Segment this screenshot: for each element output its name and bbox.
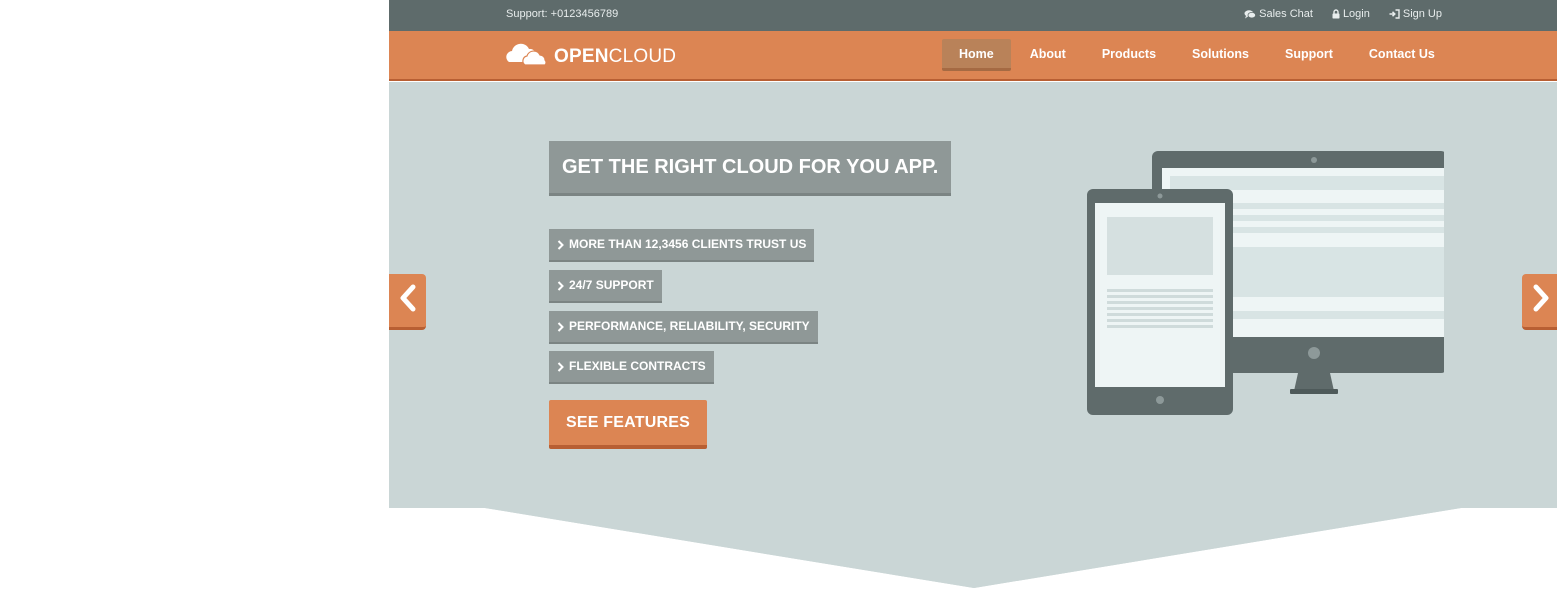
feature-item-clients: MORE THAN 12,3456 CLIENTS TRUST US [549, 229, 815, 260]
main-navbar: OPENCLOUD Home About Products Solutions … [389, 31, 1557, 81]
feature-label: FLEXIBLE CONTRACTS [569, 359, 706, 373]
slider-next-button[interactable] [1522, 274, 1557, 330]
nav-item-contact-us[interactable]: Contact Us [1352, 39, 1452, 70]
slider-prev-button[interactable] [389, 274, 426, 330]
nav-item-home[interactable]: Home [942, 39, 1011, 71]
chevron-right-icon [1532, 284, 1550, 317]
chevron-right-icon [557, 280, 564, 291]
see-features-button[interactable]: SEE FEATURES [549, 400, 707, 449]
logo-text: OPENCLOUD [554, 46, 676, 68]
nav-item-solutions[interactable]: Solutions [1175, 39, 1266, 70]
site-logo[interactable]: OPENCLOUD [505, 42, 676, 72]
login-label: Login [1342, 8, 1370, 20]
website-page: Support: +0123456789 Sales Chat Login Si… [389, 0, 1557, 592]
lock-icon [1332, 9, 1340, 19]
hero-bottom-pointer [389, 508, 1557, 592]
sales-chat-label: Sales Chat [1259, 8, 1313, 20]
chevron-right-icon [557, 239, 564, 250]
main-menu: Home About Products Solutions Support Co… [942, 39, 1454, 71]
hero-slider: GET THE RIGHT CLOUD FOR YOU APP. MORE TH… [389, 82, 1557, 508]
feature-label: PERFORMANCE, RELIABILITY, SECURITY [569, 319, 810, 333]
sign-in-icon [1389, 9, 1400, 19]
support-phone-text: Support: +0123456789 [506, 8, 619, 20]
feature-item-contracts: FLEXIBLE CONTRACTS [549, 351, 714, 382]
top-links: Sales Chat Login Sign Up [1244, 8, 1442, 20]
feature-label: MORE THAN 12,3456 CLIENTS TRUST US [569, 237, 807, 251]
chat-icon [1244, 9, 1257, 19]
feature-item-performance: PERFORMANCE, RELIABILITY, SECURITY [549, 311, 818, 342]
chevron-left-icon [399, 284, 417, 317]
sales-chat-link[interactable]: Sales Chat [1244, 8, 1313, 20]
login-link[interactable]: Login [1332, 8, 1370, 20]
nav-item-about[interactable]: About [1013, 39, 1083, 70]
logo-text-bold: OPEN [554, 46, 609, 67]
hero-headline: GET THE RIGHT CLOUD FOR YOU APP. [549, 141, 952, 193]
chevron-right-icon [557, 361, 564, 372]
devices-illustration-icon [1086, 151, 1450, 422]
sign-up-label: Sign Up [1402, 8, 1442, 20]
chevron-right-icon [557, 321, 564, 332]
sign-up-link[interactable]: Sign Up [1389, 8, 1442, 20]
feature-label: 24/7 SUPPORT [569, 278, 654, 292]
cloud-icon [505, 42, 549, 72]
nav-item-products[interactable]: Products [1085, 39, 1173, 70]
feature-item-support: 24/7 SUPPORT [549, 270, 662, 301]
logo-text-light: CLOUD [608, 46, 677, 67]
nav-item-support[interactable]: Support [1268, 39, 1350, 70]
top-utility-bar: Support: +0123456789 Sales Chat Login Si… [389, 0, 1557, 31]
